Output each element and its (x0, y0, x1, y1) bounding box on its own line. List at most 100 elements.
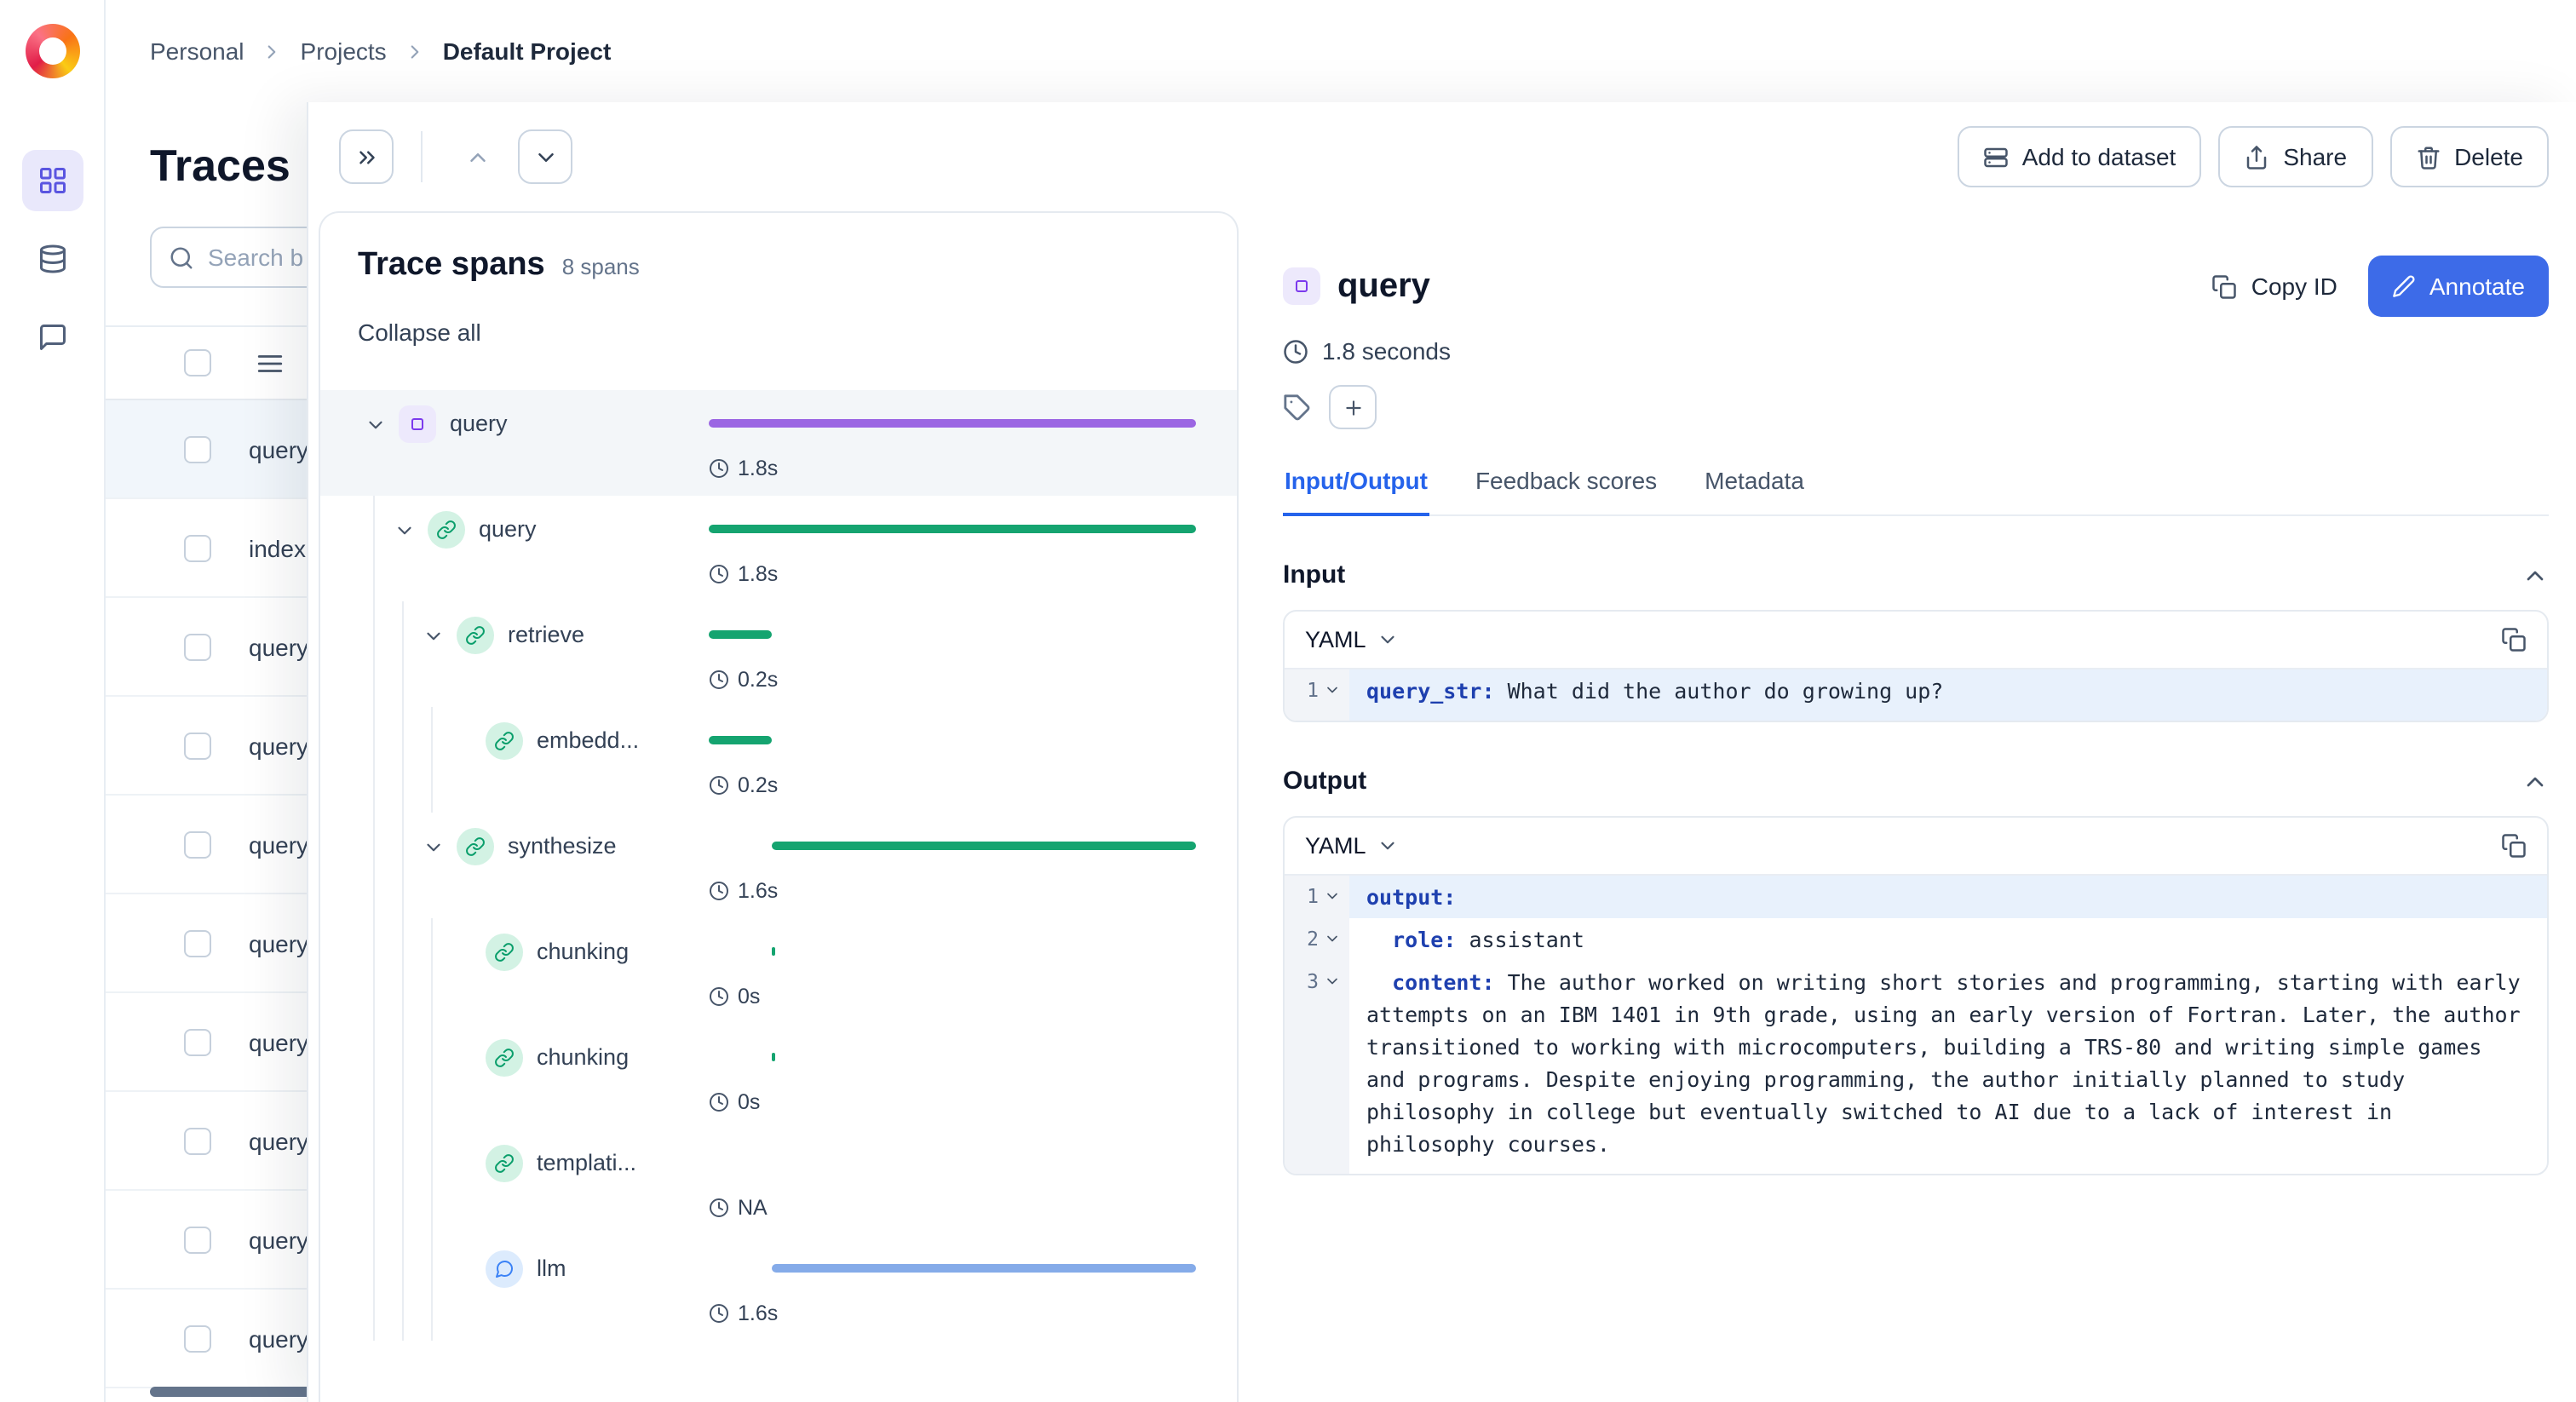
previous-trace-button[interactable] (450, 129, 504, 184)
duration-track: 1.8s (709, 390, 1196, 496)
tab-metadata[interactable]: Metadata (1703, 467, 1806, 516)
span-duration: 0.2s (709, 668, 778, 692)
breadcrumb-item-projects[interactable]: Projects (301, 37, 387, 65)
row-checkbox[interactable] (184, 1127, 211, 1154)
span-type-icon (457, 617, 494, 654)
copy-output-button[interactable] (2501, 833, 2527, 859)
panel-actions: Add to dataset Share Delete (1957, 126, 2549, 187)
toolbar-divider (421, 131, 423, 182)
dataset-icon (1984, 147, 2008, 167)
row-checkbox[interactable] (184, 633, 211, 660)
row-checkbox[interactable] (184, 1028, 211, 1055)
row-checkbox[interactable] (184, 435, 211, 463)
tree-indent (354, 1024, 441, 1129)
chevron-up-icon (2527, 776, 2544, 786)
clock-icon (710, 1198, 728, 1217)
fold-chevron-icon[interactable] (1324, 973, 1341, 990)
span-name: chunking (537, 939, 630, 964)
tree-indent (354, 496, 383, 601)
tab-feedback-scores[interactable]: Feedback scores (1474, 467, 1659, 516)
span-row[interactable]: templati... NA (320, 1129, 1237, 1235)
sidebar-item-datasets[interactable] (21, 228, 83, 290)
output-format-select[interactable]: YAML (1305, 833, 1399, 859)
input-code: 1 query_str: What did the author do grow… (1285, 668, 2547, 721)
chat-icon (39, 325, 65, 350)
output-code: 1 output: 2 role: assistant 3 content: T… (1285, 874, 2547, 1174)
table-menu-button[interactable] (256, 348, 285, 377)
code-line: 1 output: (1285, 876, 2547, 918)
sidebar (0, 0, 106, 1402)
clock-icon (710, 1093, 728, 1112)
span-details: query Copy ID Annotate 1.8 seconds Input… (1239, 211, 2576, 1402)
collapse-all-button[interactable]: Collapse all (358, 319, 481, 346)
span-name: llm (537, 1255, 566, 1281)
span-row[interactable]: chunking 0s (320, 918, 1237, 1024)
delete-button[interactable]: Delete (2389, 126, 2549, 187)
sidebar-item-prompts[interactable] (21, 307, 83, 368)
span-row[interactable]: llm 1.6s (320, 1235, 1237, 1341)
copy-id-button[interactable]: Copy ID (2195, 256, 2355, 317)
input-section-head: Input (1283, 560, 2549, 589)
double-chevron-right-icon (359, 150, 374, 164)
duration-track: 1.8s (709, 496, 1196, 601)
pen-icon (2393, 275, 2415, 297)
row-checkbox[interactable] (184, 732, 211, 759)
tree-indent (354, 813, 412, 918)
collapse-output-button[interactable] (2521, 767, 2549, 795)
expand-chevron[interactable] (354, 404, 395, 445)
input-format-select[interactable]: YAML (1305, 627, 1399, 652)
expand-chevron[interactable] (412, 826, 453, 867)
clock-icon (710, 459, 728, 478)
fold-chevron-icon[interactable] (1324, 681, 1341, 698)
trash-icon (2417, 146, 2439, 169)
span-duration: NA (709, 1196, 768, 1220)
expand-chevron[interactable] (383, 509, 424, 550)
fold-chevron-icon[interactable] (1324, 888, 1341, 905)
span-row[interactable]: embedd... 0.2s (320, 707, 1237, 813)
add-tag-button[interactable] (1329, 385, 1377, 429)
duration-track: 0.2s (709, 707, 1196, 813)
clock-icon (710, 987, 728, 1006)
row-checkbox[interactable] (184, 830, 211, 858)
breadcrumb-item-personal[interactable]: Personal (150, 37, 244, 65)
span-type-icon (428, 511, 465, 549)
row-checkbox[interactable] (184, 534, 211, 561)
next-trace-button[interactable] (518, 129, 572, 184)
input-format-label: YAML (1305, 627, 1366, 652)
span-row[interactable]: synthesize 1.6s (320, 813, 1237, 918)
span-row[interactable]: query 1.8s (320, 496, 1237, 601)
row-checkbox[interactable] (184, 1324, 211, 1352)
duration-track: 0s (709, 918, 1196, 1024)
span-row[interactable]: retrieve 0.2s (320, 601, 1237, 707)
row-label: query (249, 435, 309, 463)
clock-icon (710, 670, 728, 689)
horizontal-scrollbar-thumb[interactable] (150, 1387, 313, 1397)
collapse-input-button[interactable] (2521, 561, 2549, 589)
sidebar-nav (21, 150, 83, 368)
row-label: query (249, 732, 309, 759)
share-button[interactable]: Share (2218, 126, 2373, 187)
span-duration: 0s (709, 1090, 760, 1114)
copy-input-button[interactable] (2501, 627, 2527, 652)
output-section-head: Output (1283, 767, 2549, 796)
row-checkbox[interactable] (184, 1226, 211, 1253)
select-all-checkbox[interactable] (184, 349, 211, 376)
expand-chevron[interactable] (412, 615, 453, 656)
tree-indent (354, 601, 412, 707)
add-to-dataset-button[interactable]: Add to dataset (1957, 126, 2202, 187)
input-codebox: YAML 1 query_str: What did the author do… (1283, 610, 2549, 722)
annotate-button[interactable]: Annotate (2367, 256, 2549, 317)
search-icon (170, 246, 193, 268)
sidebar-item-projects[interactable] (21, 150, 83, 211)
chevron-down-icon (1380, 635, 1394, 644)
span-row[interactable]: chunking 0s (320, 1024, 1237, 1129)
span-row[interactable]: query 1.8s (320, 390, 1237, 496)
row-checkbox[interactable] (184, 929, 211, 957)
comet-logo[interactable] (25, 24, 79, 78)
collapse-panel-button[interactable] (339, 129, 394, 184)
code-content: output: (1349, 876, 2547, 918)
tags-row (1283, 385, 2549, 429)
tag-icon (1284, 394, 1310, 420)
fold-chevron-icon[interactable] (1324, 930, 1341, 947)
tab-input-output[interactable]: Input/Output (1283, 467, 1429, 516)
